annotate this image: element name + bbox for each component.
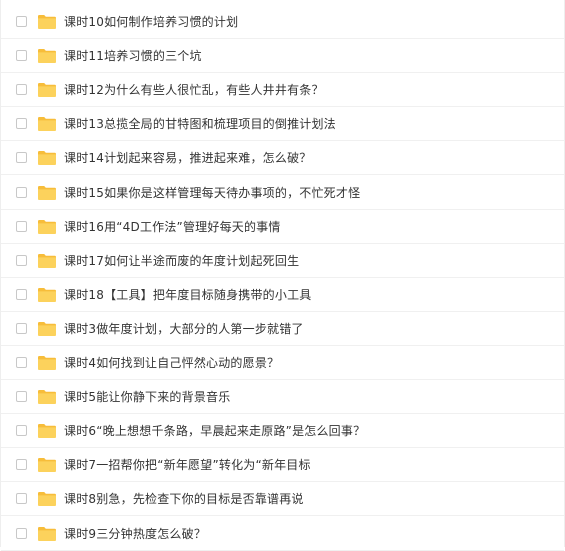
- file-row[interactable]: 课时5能让你静下来的背景音乐: [1, 380, 564, 414]
- row-checkbox[interactable]: [16, 323, 27, 334]
- row-checkbox[interactable]: [16, 118, 27, 129]
- file-name[interactable]: 课时7一招帮你把“新年愿望”转化为“新年目标: [64, 456, 311, 473]
- file-row[interactable]: 课时14计划起来容易，推进起来难，怎么破？: [1, 141, 564, 175]
- file-name[interactable]: 课时12为什么有些人很忙乱，有些人井井有条？: [64, 81, 324, 98]
- folder-icon: [38, 526, 56, 541]
- file-row[interactable]: 课时17如何让半途而废的年度计划起死回生: [1, 244, 564, 278]
- file-row[interactable]: 课时18【工具】把年度目标随身携带的小工具: [1, 278, 564, 312]
- row-checkbox[interactable]: [16, 425, 27, 436]
- row-checkbox[interactable]: [16, 528, 27, 539]
- file-name[interactable]: 课时9三分钟热度怎么破？: [64, 525, 206, 542]
- file-name[interactable]: 课时8别急，先检查下你的目标是否靠谱再说: [64, 490, 304, 507]
- file-name[interactable]: 课时6“晚上想想千条路，早晨起来走原路”是怎么回事？: [64, 422, 365, 439]
- file-name[interactable]: 课时4如何找到让自己怦然心动的愿景？: [64, 354, 279, 371]
- file-name[interactable]: 课时14计划起来容易，推进起来难，怎么破？: [64, 149, 311, 166]
- file-name[interactable]: 课时10如何制作培养习惯的计划: [64, 13, 238, 30]
- file-list: 课时10如何制作培养习惯的计划 课时11培养习惯的三个坑 课时12为什么有些人很…: [0, 0, 565, 551]
- folder-icon: [38, 150, 56, 165]
- file-row[interactable]: 课时13总揽全局的甘特图和梳理项目的倒推计划法: [1, 107, 564, 141]
- row-checkbox[interactable]: [16, 391, 27, 402]
- folder-icon: [38, 423, 56, 438]
- file-row[interactable]: 课时16用“4D工作法”管理好每天的事情: [1, 210, 564, 244]
- file-row[interactable]: 课时15如果你是这样管理每天待办事项的，不忙死才怪: [1, 176, 564, 210]
- file-row[interactable]: 课时9三分钟热度怎么破？: [1, 517, 564, 551]
- row-checkbox[interactable]: [16, 84, 27, 95]
- file-name[interactable]: 课时16用“4D工作法”管理好每天的事情: [64, 218, 281, 235]
- folder-icon: [38, 219, 56, 234]
- folder-icon: [38, 389, 56, 404]
- row-checkbox[interactable]: [16, 50, 27, 61]
- row-checkbox[interactable]: [16, 16, 27, 27]
- folder-icon: [38, 253, 56, 268]
- folder-icon: [38, 14, 56, 29]
- row-checkbox[interactable]: [16, 459, 27, 470]
- row-checkbox[interactable]: [16, 357, 27, 368]
- file-name[interactable]: 课时17如何让半途而废的年度计划起死回生: [64, 252, 299, 269]
- file-row[interactable]: 课时3做年度计划，大部分的人第一步就错了: [1, 312, 564, 346]
- folder-icon: [38, 491, 56, 506]
- row-checkbox[interactable]: [16, 221, 27, 232]
- file-row[interactable]: 课时12为什么有些人很忙乱，有些人井井有条？: [1, 73, 564, 107]
- file-row[interactable]: 课时6“晚上想想千条路，早晨起来走原路”是怎么回事？: [1, 414, 564, 448]
- row-checkbox[interactable]: [16, 152, 27, 163]
- file-name[interactable]: 课时15如果你是这样管理每天待办事项的，不忙死才怪: [64, 184, 360, 201]
- row-checkbox[interactable]: [16, 289, 27, 300]
- file-row[interactable]: 课时7一招帮你把“新年愿望”转化为“新年目标: [1, 448, 564, 482]
- folder-icon: [38, 116, 56, 131]
- folder-icon: [38, 287, 56, 302]
- file-name[interactable]: 课时3做年度计划，大部分的人第一步就错了: [64, 320, 304, 337]
- file-row[interactable]: 课时10如何制作培养习惯的计划: [1, 5, 564, 39]
- file-row[interactable]: 课时11培养习惯的三个坑: [1, 39, 564, 73]
- row-checkbox[interactable]: [16, 255, 27, 266]
- file-name[interactable]: 课时13总揽全局的甘特图和梳理项目的倒推计划法: [64, 115, 336, 132]
- folder-icon: [38, 457, 56, 472]
- row-checkbox[interactable]: [16, 187, 27, 198]
- file-name[interactable]: 课时18【工具】把年度目标随身携带的小工具: [64, 286, 311, 303]
- row-checkbox[interactable]: [16, 493, 27, 504]
- folder-icon: [38, 185, 56, 200]
- file-name[interactable]: 课时11培养习惯的三个坑: [64, 47, 202, 64]
- folder-icon: [38, 48, 56, 63]
- folder-icon: [38, 321, 56, 336]
- file-row[interactable]: 课时4如何找到让自己怦然心动的愿景？: [1, 346, 564, 380]
- folder-icon: [38, 82, 56, 97]
- file-row[interactable]: 课时8别急，先检查下你的目标是否靠谱再说: [1, 482, 564, 516]
- folder-icon: [38, 355, 56, 370]
- file-name[interactable]: 课时5能让你静下来的背景音乐: [64, 388, 230, 405]
